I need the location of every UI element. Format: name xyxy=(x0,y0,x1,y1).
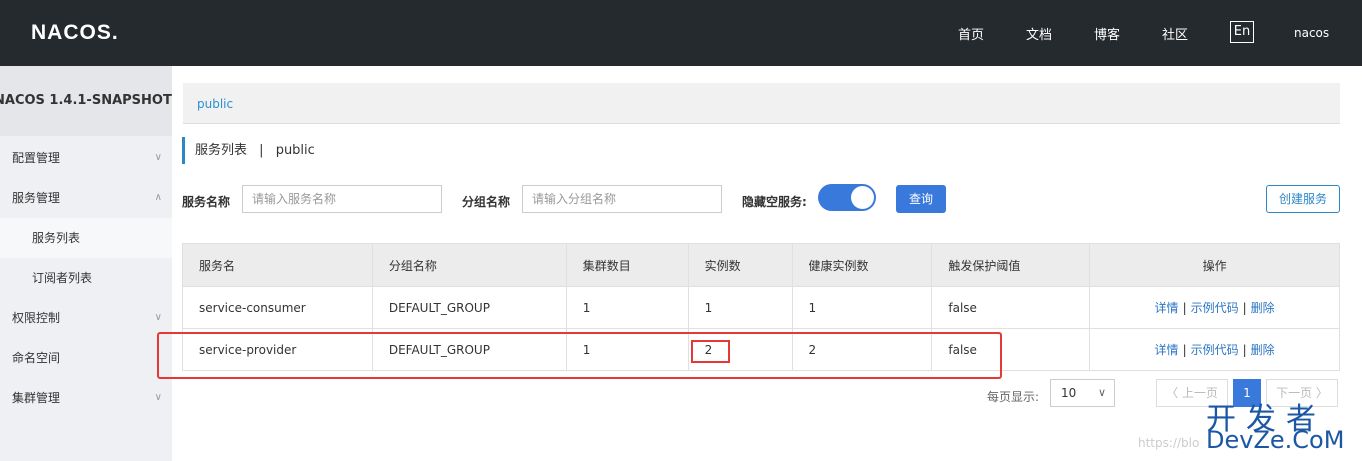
page-title-separator: | xyxy=(259,143,264,158)
table-cell: 2 xyxy=(687,328,793,371)
table-cell: false xyxy=(931,328,1091,371)
column-header: 触发保护阈值 xyxy=(931,243,1091,287)
nav-docs[interactable]: 文档 xyxy=(1026,24,1052,43)
chevron-down-icon: ∨ xyxy=(154,152,162,163)
page-title-text: 服务列表 xyxy=(195,143,248,158)
user-menu[interactable]: nacos xyxy=(1294,26,1329,40)
column-header: 服务名 xyxy=(182,243,373,287)
action-separator: | xyxy=(1182,343,1187,357)
table-cell: DEFAULT_GROUP xyxy=(371,328,567,371)
service-name-input[interactable]: 请输入服务名称 xyxy=(242,185,442,213)
action-separator: | xyxy=(1182,301,1187,315)
sidebar-item-namespace[interactable]: 命名空间 xyxy=(0,338,172,378)
service-table: 服务名 分组名称 集群数目 实例数 健康实例数 触发保护阈值 操作 servic… xyxy=(182,243,1340,371)
query-button[interactable]: 查询 xyxy=(896,185,946,213)
column-header: 操作 xyxy=(1089,243,1340,287)
sidebar-item-subscribers[interactable]: 订阅者列表 xyxy=(0,258,172,298)
nacos-logo[interactable]: NACOS. xyxy=(31,21,119,45)
table-actions: 详情 | 示例代码 | 删除 xyxy=(1089,328,1340,371)
hide-empty-toggle[interactable] xyxy=(818,184,876,211)
delete-link[interactable]: 删除 xyxy=(1251,301,1275,315)
table-cell: service-provider xyxy=(182,328,373,371)
table-cell: 1 xyxy=(791,286,933,329)
sidebar-item-service-list[interactable]: 服务列表 xyxy=(0,218,172,258)
sidebar-title: NACOS 1.4.1-SNAPSHOT xyxy=(0,93,172,108)
chevron-down-icon: ∨ xyxy=(154,312,162,323)
action-separator: | xyxy=(1242,301,1247,315)
table-actions: 详情 | 示例代码 | 删除 xyxy=(1089,286,1340,329)
breadcrumb: public xyxy=(183,83,1340,124)
sidebar-item-label: 命名空间 xyxy=(12,351,61,365)
top-navbar: NACOS. 首页 文档 博客 社区 En nacos xyxy=(0,0,1362,66)
create-service-button[interactable]: 创建服务 xyxy=(1266,185,1340,213)
table-cell: 1 xyxy=(565,286,689,329)
watermark-url: https://blo xyxy=(1138,436,1200,450)
column-header: 健康实例数 xyxy=(791,243,933,287)
detail-link[interactable]: 详情 xyxy=(1155,301,1179,315)
table-row: service-provider DEFAULT_GROUP 1 2 2 fal… xyxy=(182,328,1340,371)
language-switch-button[interactable]: En xyxy=(1230,21,1254,43)
table-cell: 2 xyxy=(791,328,933,371)
breadcrumb-namespace[interactable]: public xyxy=(197,97,233,111)
group-name-input[interactable]: 请输入分组名称 xyxy=(522,185,722,213)
page-size-value: 10 xyxy=(1061,386,1077,400)
sidebar-item-label: 订阅者列表 xyxy=(32,271,93,285)
column-header: 分组名称 xyxy=(371,243,567,287)
table-cell: service-consumer xyxy=(182,286,373,329)
sidebar-item-service-mgmt[interactable]: 服务管理 ∧ xyxy=(0,178,172,218)
table-cell: 1 xyxy=(687,286,793,329)
page-size-label: 每页显示: xyxy=(987,390,1040,404)
sidebar-item-access-control[interactable]: 权限控制 ∨ xyxy=(0,298,172,338)
nav-blog[interactable]: 博客 xyxy=(1094,24,1120,43)
chevron-up-icon: ∧ xyxy=(154,192,162,203)
sample-code-link[interactable]: 示例代码 xyxy=(1191,301,1239,315)
page-title: 服务列表 | public xyxy=(182,137,315,164)
delete-link[interactable]: 删除 xyxy=(1251,343,1275,357)
sidebar-item-label: 权限控制 xyxy=(12,311,61,325)
hide-empty-label: 隐藏空服务: xyxy=(742,195,807,209)
detail-link[interactable]: 详情 xyxy=(1155,343,1179,357)
table-cell: DEFAULT_GROUP xyxy=(371,286,567,329)
nav-home[interactable]: 首页 xyxy=(958,24,984,43)
sidebar: NACOS 1.4.1-SNAPSHOT 配置管理 ∨ 服务管理 ∧ 服务列表 … xyxy=(0,66,172,461)
toggle-knob xyxy=(851,186,874,209)
nav-community[interactable]: 社区 xyxy=(1162,24,1188,43)
service-name-label: 服务名称 xyxy=(182,195,231,209)
sidebar-item-config[interactable]: 配置管理 ∨ xyxy=(0,138,172,178)
page-size-select[interactable]: 10 ∨ xyxy=(1050,379,1115,407)
sample-code-link[interactable]: 示例代码 xyxy=(1191,343,1239,357)
sidebar-item-label: 服务管理 xyxy=(12,191,61,205)
table-cell: false xyxy=(931,286,1091,329)
column-header: 实例数 xyxy=(687,243,793,287)
chevron-down-icon: ∨ xyxy=(1097,386,1106,399)
action-separator: | xyxy=(1242,343,1247,357)
sidebar-item-label: 配置管理 xyxy=(12,151,61,165)
sidebar-item-label: 集群管理 xyxy=(12,391,61,405)
watermark-logo-en: DevZe.CoM xyxy=(1206,426,1345,454)
sidebar-item-label: 服务列表 xyxy=(32,231,81,245)
table-cell: 1 xyxy=(565,328,689,371)
table-header-row: 服务名 分组名称 集群数目 实例数 健康实例数 触发保护阈值 操作 xyxy=(182,243,1340,287)
group-name-label: 分组名称 xyxy=(462,195,511,209)
main-content: public 服务列表 | public 服务名称 请输入服务名称 分组名称 请… xyxy=(172,66,1362,461)
page-title-namespace: public xyxy=(275,143,315,158)
table-row: service-consumer DEFAULT_GROUP 1 1 1 fal… xyxy=(182,286,1340,329)
column-header: 集群数目 xyxy=(565,243,689,287)
sidebar-item-cluster[interactable]: 集群管理 ∨ xyxy=(0,378,172,418)
chevron-down-icon: ∨ xyxy=(154,392,162,403)
sidebar-header: NACOS 1.4.1-SNAPSHOT xyxy=(0,66,172,136)
